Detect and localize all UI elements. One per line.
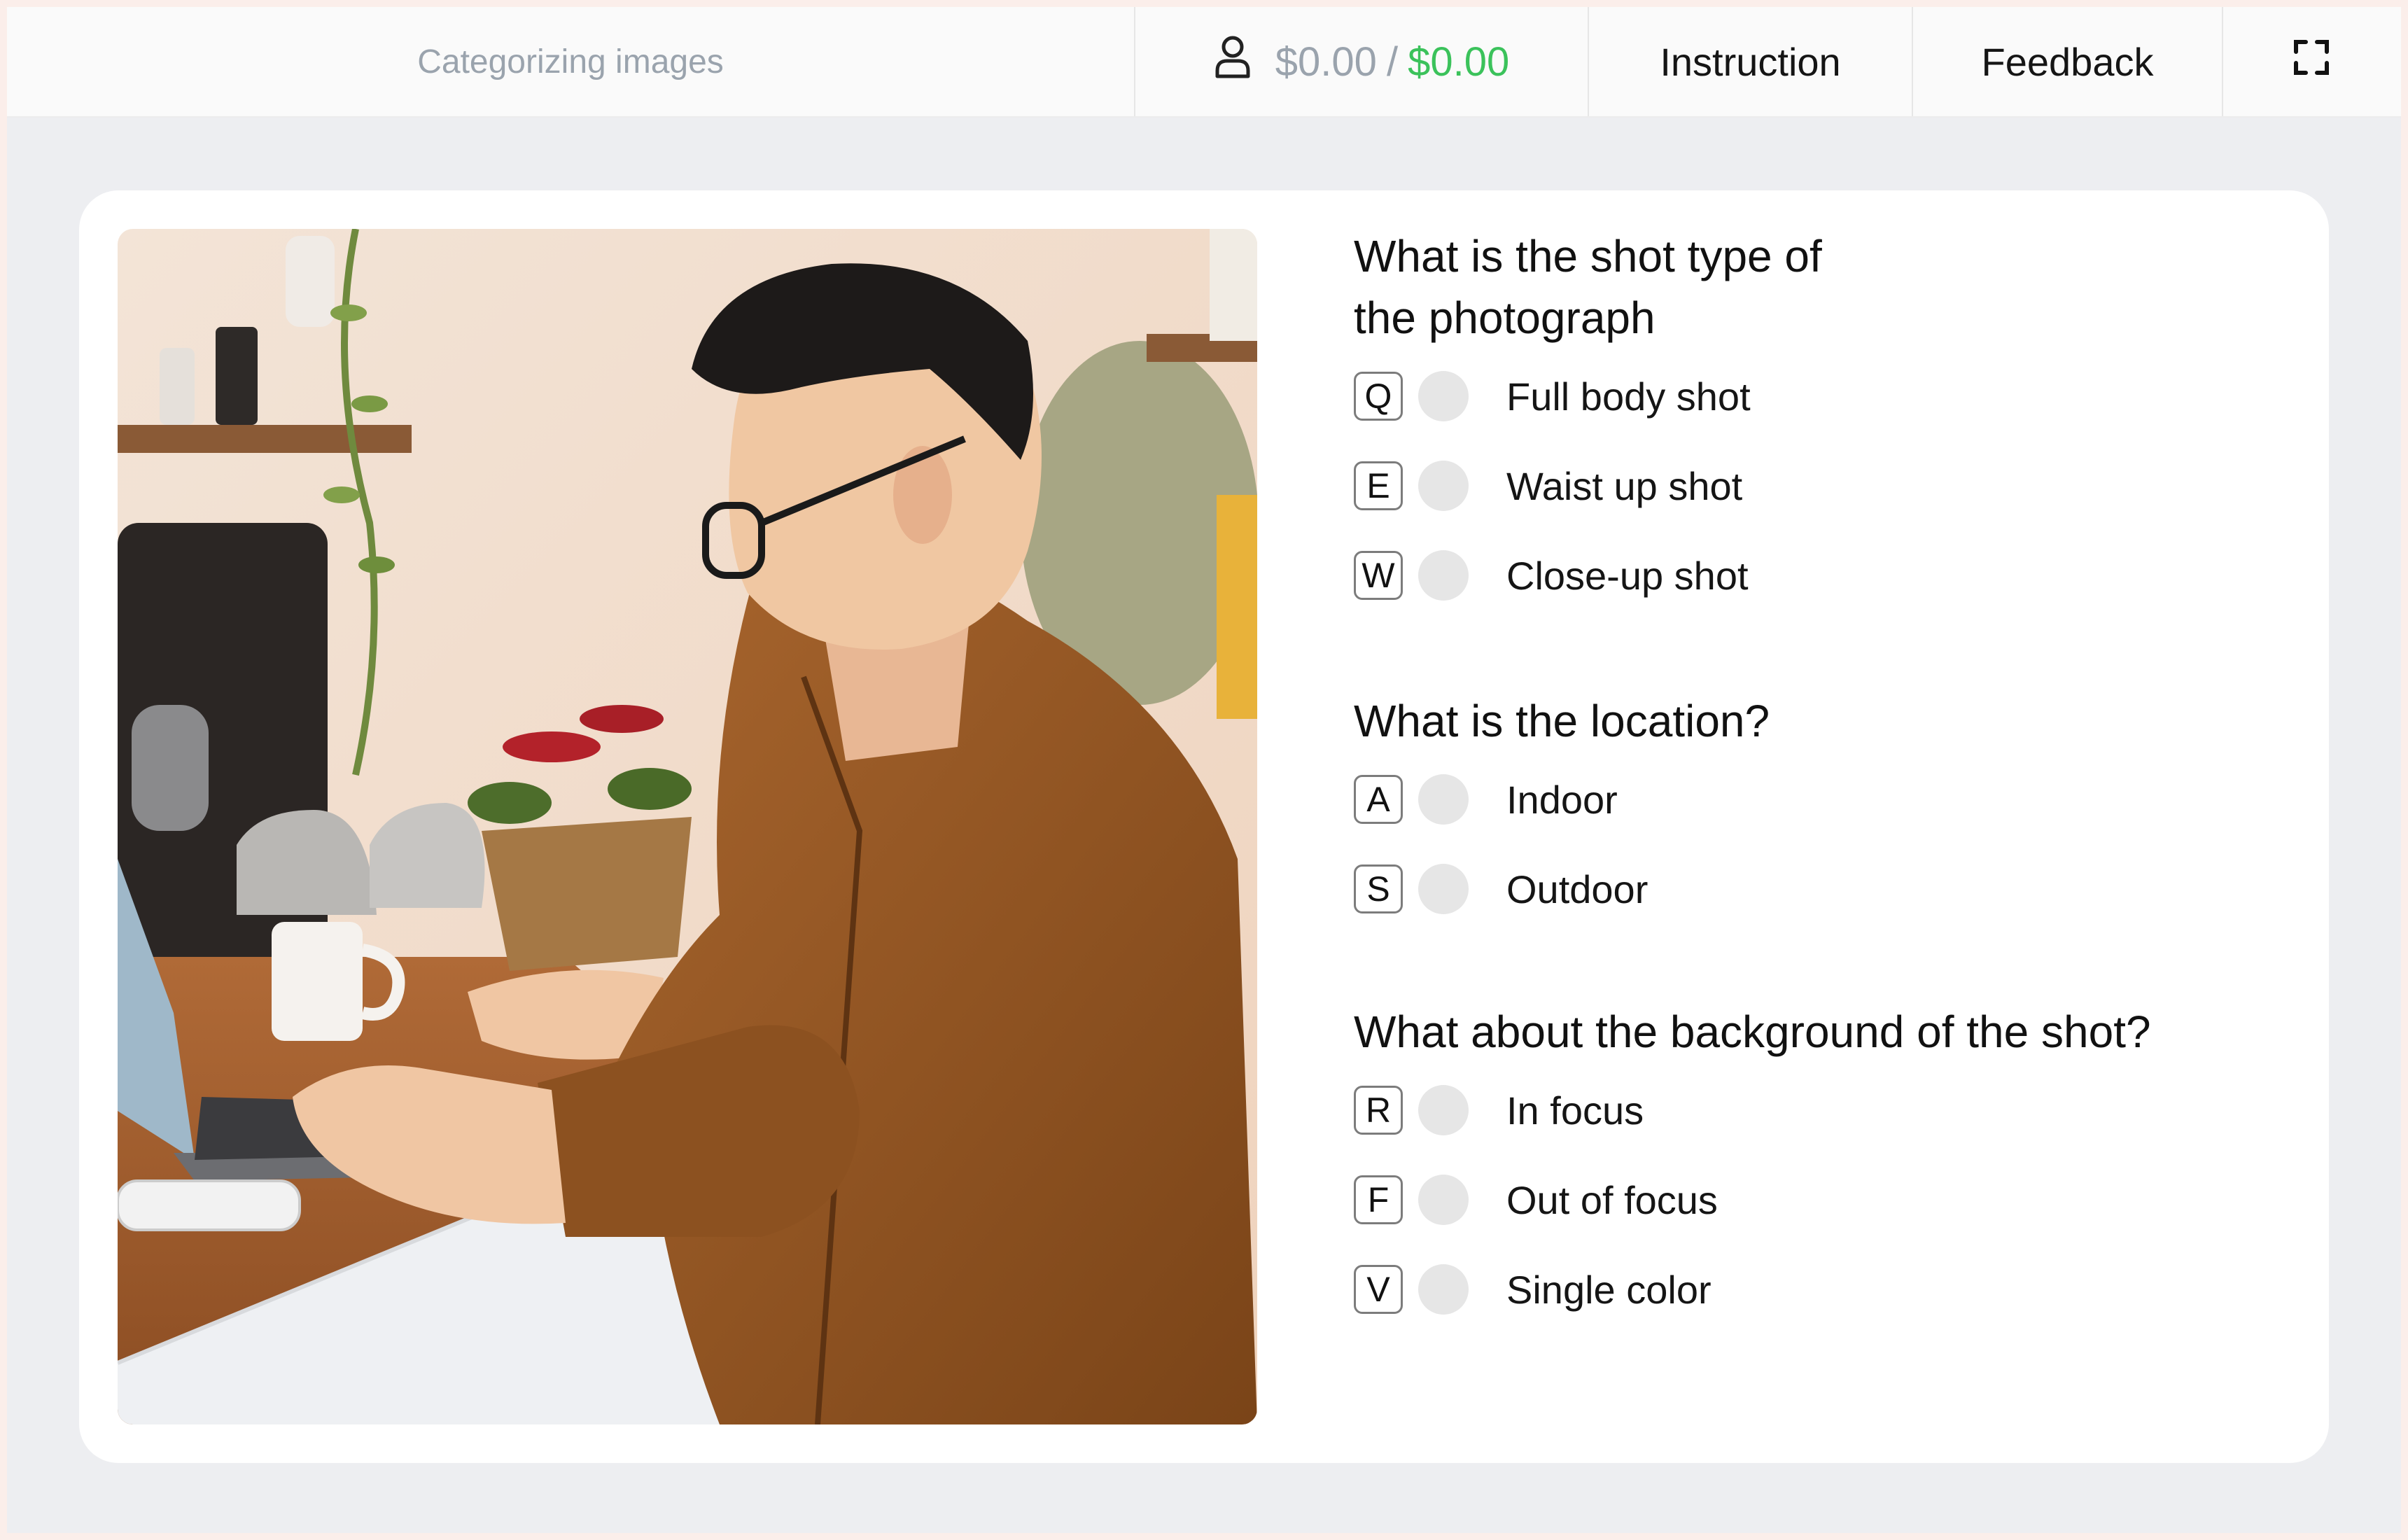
fullscreen-button[interactable] [2223, 7, 2400, 116]
option-label: In focus [1506, 1088, 1644, 1133]
option-in-focus[interactable]: R In focus [1354, 1065, 2285, 1155]
question-location: What is the location? A Indoor S Outdoor [1354, 690, 2285, 934]
app-frame: Categorizing images $0.00/$0.00 Instruct… [7, 7, 2401, 1533]
question-title: What is the location? [1354, 696, 1770, 746]
question-panel: What is the shot type of the photograph … [1354, 225, 2285, 1334]
fullscreen-icon [2293, 39, 2330, 85]
hotkey-badge: S [1354, 864, 1403, 913]
hotkey-badge: Q [1354, 372, 1403, 421]
balance-text: $0.00/$0.00 [1275, 38, 1509, 85]
radio-button[interactable] [1418, 461, 1469, 511]
hotkey-badge: A [1354, 775, 1403, 824]
option-label: Waist up shot [1506, 463, 1743, 508]
option-label: Single color [1506, 1267, 1712, 1312]
radio-button[interactable] [1418, 864, 1469, 914]
option-out-of-focus[interactable]: F Out of focus [1354, 1155, 2285, 1245]
option-indoor[interactable]: A Indoor [1354, 755, 2285, 844]
hotkey-badge: V [1354, 1265, 1403, 1314]
hotkey-badge: F [1354, 1175, 1403, 1224]
option-label: Outdoor [1506, 867, 1648, 911]
option-single-color[interactable]: V Single color [1354, 1245, 2285, 1334]
option-close-up-shot[interactable]: W Close-up shot [1354, 531, 2285, 620]
balance-pending: $0.00 [1275, 38, 1377, 85]
option-full-body-shot[interactable]: Q Full body shot [1354, 351, 2285, 441]
question-shot-type: What is the shot type of the photograph … [1354, 225, 2285, 620]
balance-display: $0.00/$0.00 [1135, 7, 1589, 116]
radio-button[interactable] [1418, 1085, 1469, 1135]
radio-button[interactable] [1418, 1264, 1469, 1315]
question-background: What about the background of the shot? R… [1354, 1001, 2285, 1334]
option-label: Close-up shot [1506, 553, 1749, 598]
question-title: What is the shot type of the photograph [1354, 231, 1822, 343]
option-waist-up-shot[interactable]: E Waist up shot [1354, 441, 2285, 531]
user-icon [1214, 34, 1252, 89]
hotkey-badge: R [1354, 1086, 1403, 1135]
option-label: Out of focus [1506, 1177, 1718, 1222]
top-bar: Categorizing images $0.00/$0.00 Instruct… [7, 7, 2401, 118]
hotkey-badge: W [1354, 551, 1403, 600]
option-outdoor[interactable]: S Outdoor [1354, 844, 2285, 934]
option-label: Full body shot [1506, 374, 1751, 419]
task-title: Categorizing images [7, 7, 1135, 116]
option-group: Q Full body shot E Waist up shot W Close… [1354, 351, 2285, 620]
instruction-button[interactable]: Instruction [1589, 7, 1913, 116]
option-label: Indoor [1506, 777, 1618, 822]
balance-separator: / [1386, 38, 1399, 85]
radio-button[interactable] [1418, 371, 1469, 421]
task-photo [118, 229, 1257, 1424]
balance-earned: $0.00 [1408, 38, 1510, 85]
hotkey-badge: E [1354, 461, 1403, 510]
feedback-button[interactable]: Feedback [1913, 7, 2223, 116]
question-title: What about the background of the shot? [1354, 1007, 2151, 1057]
radio-button[interactable] [1418, 774, 1469, 825]
radio-button[interactable] [1418, 550, 1469, 601]
radio-button[interactable] [1418, 1175, 1469, 1225]
task-card: What is the shot type of the photograph … [79, 190, 2329, 1463]
option-group: A Indoor S Outdoor [1354, 755, 2285, 934]
option-group: R In focus F Out of focus V Single color [1354, 1065, 2285, 1334]
